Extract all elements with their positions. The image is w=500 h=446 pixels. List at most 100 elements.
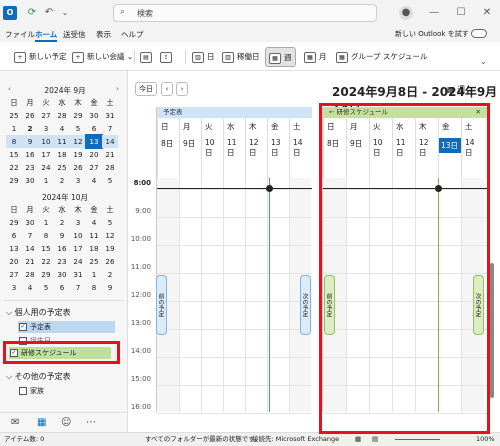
mini-calendar-day[interactable]: 17 <box>38 148 54 161</box>
calendar-item-family[interactable]: 家族 <box>18 385 115 397</box>
day-header[interactable]: 日 8日 <box>157 118 179 178</box>
minimize-icon[interactable]: — <box>427 6 441 20</box>
mini-calendar-day[interactable]: 19 <box>102 242 118 255</box>
mini-calendar-day[interactable]: 16 <box>54 242 70 255</box>
mini-calendar-day[interactable]: 4 <box>86 216 102 229</box>
mini-calendar-day[interactable]: 29 <box>6 216 22 229</box>
mini-calendar-day[interactable]: 12 <box>70 135 86 148</box>
mini-calendar-day[interactable]: 26 <box>102 255 118 268</box>
mini-calendar-day[interactable]: 14 <box>22 242 38 255</box>
mini-calendar-day[interactable]: 2 <box>22 122 38 135</box>
people-icon[interactable]: ☺ <box>61 417 71 428</box>
menu-view[interactable]: 表示 <box>96 29 111 40</box>
mini-calendar-day[interactable]: 18 <box>86 242 102 255</box>
other-calendars-group[interactable]: ⌵ その他の予定表 <box>6 371 71 382</box>
mini-calendar-day[interactable]: 10 <box>70 229 86 242</box>
mini-calendar-day[interactable]: 5 <box>70 122 86 135</box>
day-header[interactable]: 土 14日 <box>289 118 311 178</box>
new-meeting-button[interactable]: + 新しい会議 ⌄ <box>72 49 133 65</box>
prev-appointment-tab[interactable]: 前の予定 <box>156 275 167 335</box>
mini-calendar-day[interactable]: 29 <box>38 268 54 281</box>
new-outlook-toggle[interactable] <box>471 29 487 38</box>
mini-calendar-day[interactable]: 21 <box>102 148 118 161</box>
mini-calendar-day[interactable]: 18 <box>54 148 70 161</box>
next-appointment-tab[interactable]: 次の予定 <box>300 275 311 335</box>
mini-calendar-day[interactable]: 30 <box>54 268 70 281</box>
mini-calendar-day[interactable]: 5 <box>38 281 54 294</box>
mini-calendar-day[interactable]: 23 <box>54 255 70 268</box>
week-view-button[interactable]: ▦ 週 <box>265 47 296 67</box>
mini-calendar-day[interactable]: 3 <box>70 174 86 187</box>
mini-calendar-day[interactable]: 16 <box>22 148 38 161</box>
mini-calendar-day[interactable]: 3 <box>70 216 86 229</box>
mini-calendar-day[interactable]: 6 <box>6 229 22 242</box>
mini-calendar-day[interactable]: 26 <box>70 161 86 174</box>
mini-calendar-day[interactable]: 6 <box>54 281 70 294</box>
workweek-view-button[interactable]: ▥ 稼働日 <box>222 49 260 65</box>
menu-send-receive[interactable]: 送受信 <box>63 29 86 40</box>
mail-icon[interactable]: ✉ <box>11 417 19 428</box>
maximize-icon[interactable]: ☐ <box>454 6 468 20</box>
mini-calendar-day[interactable]: 4 <box>86 174 102 187</box>
mini-calendar-day[interactable]: 8 <box>86 281 102 294</box>
mini-calendar-day[interactable]: 11 <box>86 229 102 242</box>
next-week-icon[interactable]: › <box>176 82 188 96</box>
mini-calendar-day[interactable]: 9 <box>54 229 70 242</box>
mini-calendar-day[interactable]: 28 <box>54 109 70 122</box>
mini-calendar-day[interactable]: 26 <box>22 109 38 122</box>
mini-calendar-day[interactable]: 15 <box>6 148 22 161</box>
search-input[interactable]: ⌕ 検索 <box>113 4 377 22</box>
mini-calendar-day[interactable]: 2 <box>54 216 70 229</box>
day-header[interactable]: 木 12日 <box>245 118 267 178</box>
mini-calendar-day[interactable]: 9 <box>22 135 38 148</box>
avatar-icon[interactable]: ● <box>399 6 413 20</box>
mini-calendar-day[interactable]: 21 <box>22 255 38 268</box>
mini-calendar-day[interactable]: 27 <box>38 109 54 122</box>
day-header[interactable]: 金 13日 <box>267 118 289 178</box>
new-event-button[interactable]: + 新しい予定 <box>14 49 67 65</box>
checkbox[interactable] <box>19 387 27 395</box>
mini-calendar-day[interactable]: 9 <box>102 281 118 294</box>
mini-calendar-day[interactable]: 27 <box>86 161 102 174</box>
mini-calendar-day[interactable]: 10 <box>38 135 54 148</box>
mini-calendar-day[interactable]: 15 <box>38 242 54 255</box>
mini-calendar-day[interactable]: 28 <box>102 161 118 174</box>
mini-calendar-day[interactable]: 31 <box>70 268 86 281</box>
zoom-slider[interactable] <box>395 439 440 440</box>
prev-week-icon[interactable]: ‹ <box>161 82 173 96</box>
view-switcher[interactable]: ▦ 週 ⌄ <box>447 84 474 95</box>
mini-calendar-day[interactable]: 1 <box>86 268 102 281</box>
mini-calendar-day[interactable]: 22 <box>6 161 22 174</box>
today-button[interactable]: 今日 <box>135 82 157 96</box>
add-calendar-button[interactable]: ▤ <box>140 49 155 65</box>
calendar-nav-icon[interactable]: ▦ <box>37 417 46 428</box>
mini-calendar-day[interactable]: 29 <box>6 174 22 187</box>
day-header[interactable]: 水 11日 <box>223 118 245 178</box>
mini-calendar-day[interactable]: 30 <box>86 109 102 122</box>
mini-calendar-day[interactable]: 8 <box>38 229 54 242</box>
menu-file[interactable]: ファイル <box>5 29 35 40</box>
normal-view-icon[interactable]: ▦ <box>355 433 361 446</box>
menu-home[interactable]: ホーム <box>35 29 58 42</box>
mini-calendar-day[interactable]: 12 <box>102 229 118 242</box>
mini-calendar-day[interactable]: 29 <box>70 109 86 122</box>
mini-calendar-day[interactable]: 20 <box>86 148 102 161</box>
mini-calendar-day[interactable]: 13 <box>6 242 22 255</box>
mini-calendar-day[interactable]: 2 <box>54 174 70 187</box>
mini-calendar-day[interactable]: 30 <box>22 216 38 229</box>
checkbox[interactable]: ✓ <box>19 323 27 331</box>
mini-calendar-day[interactable]: 28 <box>22 268 38 281</box>
share-button[interactable]: ⇪ <box>160 49 175 65</box>
mini-calendar-day[interactable]: 7 <box>102 122 118 135</box>
mini-calendar-day[interactable]: 1 <box>38 174 54 187</box>
mini-calendar-day[interactable]: 1 <box>6 122 22 135</box>
mini-calendar-day[interactable]: 8 <box>6 135 22 148</box>
day-header[interactable]: 月 9日 <box>179 118 201 178</box>
mini-calendar-day[interactable]: 1 <box>38 216 54 229</box>
mini-calendar-day[interactable]: 24 <box>38 161 54 174</box>
next-month-icon[interactable]: › <box>116 85 119 93</box>
mini-calendar-day[interactable]: 13 <box>85 134 103 149</box>
group-schedule-button[interactable]: ▦ グループ スケジュール <box>336 49 427 65</box>
mini-calendar-day[interactable]: 3 <box>38 122 54 135</box>
mini-calendar-day[interactable]: 4 <box>54 122 70 135</box>
